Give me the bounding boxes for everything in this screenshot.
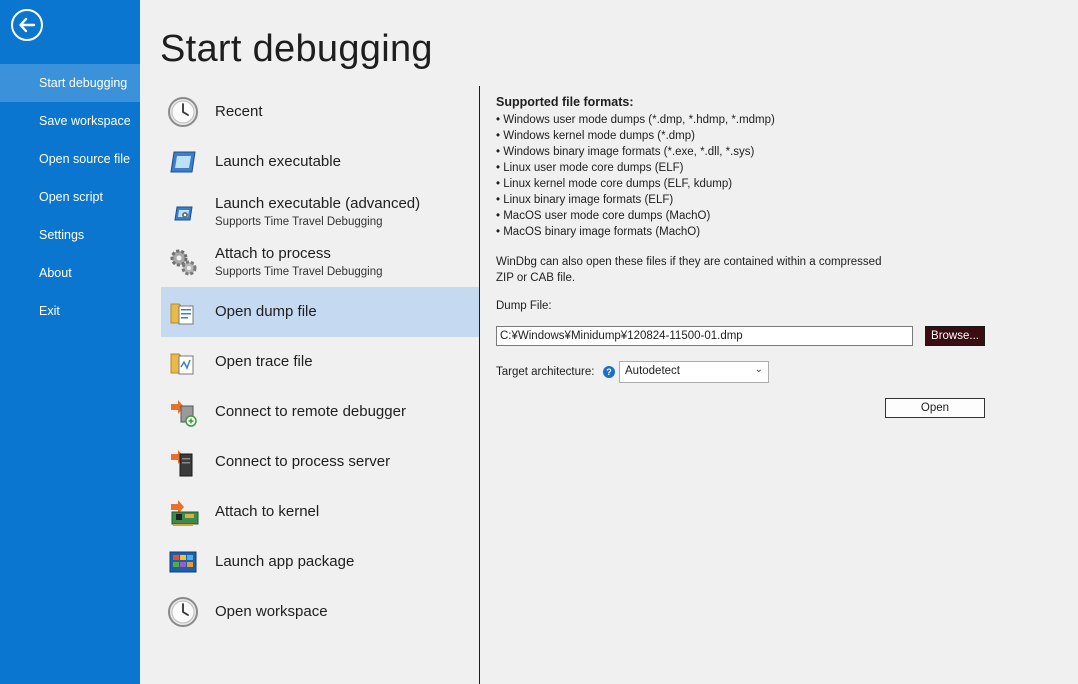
menu-item-attach-to-kernel[interactable]: Attach to kernel bbox=[161, 487, 479, 537]
menu-item-launch-executable-advanced[interactable]: Launch executable (advanced) Supports Ti… bbox=[161, 187, 479, 237]
sidebar-item-start-debugging[interactable]: Start debugging bbox=[0, 64, 140, 102]
compressed-note-line1: WinDbg can also open these files if they… bbox=[496, 256, 882, 268]
menu-item-connect-remote-debugger[interactable]: Connect to remote debugger bbox=[161, 387, 479, 437]
menu-item-connect-process-server[interactable]: Connect to process server bbox=[161, 437, 479, 487]
clock-icon bbox=[168, 597, 198, 627]
sidebar: Start debugging Save workspace Open sour… bbox=[0, 0, 140, 684]
menu-item-label: Open dump file bbox=[215, 303, 317, 320]
clock-icon bbox=[168, 97, 198, 127]
list-item: • Windows user mode dumps (*.dmp, *.hdmp… bbox=[496, 114, 775, 126]
menu-item-label: Launch app package bbox=[215, 553, 355, 570]
trace-file-icon bbox=[170, 353, 194, 375]
process-server-icon bbox=[171, 450, 193, 477]
sidebar-item-open-source-file[interactable]: Open source file bbox=[0, 140, 140, 178]
executable-gear-icon bbox=[174, 206, 193, 221]
menu-item-label: Recent bbox=[215, 103, 263, 120]
menu-item-subtitle: Supports Time Travel Debugging bbox=[215, 266, 383, 278]
target-architecture-label: Target architecture: bbox=[496, 366, 595, 378]
menu-item-label: Open workspace bbox=[215, 603, 328, 620]
target-architecture-select[interactable]: Autodetect ⌄ bbox=[619, 361, 769, 383]
menu-item-label: Attach to kernel bbox=[215, 503, 320, 520]
menu-item-label: Launch executable (advanced) bbox=[215, 195, 421, 212]
page-title: Start debugging bbox=[160, 28, 433, 70]
formats-list: • Windows user mode dumps (*.dmp, *.hdmp… bbox=[496, 112, 775, 240]
menu-item-launch-app-package[interactable]: Launch app package bbox=[161, 537, 479, 587]
sidebar-item-settings[interactable]: Settings bbox=[0, 216, 140, 254]
menu-item-open-dump-file[interactable]: Open dump file bbox=[161, 287, 479, 337]
dump-file-label: Dump File: bbox=[496, 300, 552, 312]
list-item: • Linux binary image formats (ELF) bbox=[496, 194, 674, 206]
menu-item-subtitle: Supports Time Travel Debugging bbox=[215, 216, 383, 228]
kernel-board-icon bbox=[171, 500, 199, 526]
executable-window-icon bbox=[170, 151, 196, 173]
menu-item-label: Connect to process server bbox=[215, 453, 391, 470]
menu-item-label: Launch executable bbox=[215, 153, 341, 170]
sidebar-item-open-script[interactable]: Open script bbox=[0, 178, 140, 216]
sidebar-item-about[interactable]: About bbox=[0, 254, 140, 292]
menu-item-open-trace-file[interactable]: Open trace file bbox=[161, 337, 479, 387]
back-button[interactable] bbox=[11, 9, 43, 41]
menu-item-recent[interactable]: Recent bbox=[161, 87, 479, 137]
menu-item-label: Connect to remote debugger bbox=[215, 403, 406, 420]
list-item: • Linux user mode core dumps (ELF) bbox=[496, 162, 684, 174]
dump-file-input[interactable] bbox=[496, 326, 913, 346]
gears-icon bbox=[170, 249, 197, 276]
back-arrow-icon bbox=[19, 17, 36, 33]
chevron-down-icon: ⌄ bbox=[754, 364, 763, 375]
sidebar-item-exit[interactable]: Exit bbox=[0, 292, 140, 330]
open-button[interactable]: Open bbox=[885, 398, 985, 418]
sidebar-item-save-workspace[interactable]: Save workspace bbox=[0, 102, 140, 140]
list-item: • MacOS user mode core dumps (MachO) bbox=[496, 210, 711, 222]
list-item: • Windows kernel mode dumps (*.dmp) bbox=[496, 130, 695, 142]
menu-item-launch-executable[interactable]: Launch executable bbox=[161, 137, 479, 187]
menu-item-attach-to-process[interactable]: Attach to process Supports Time Travel D… bbox=[161, 237, 479, 287]
menu-item-open-workspace[interactable]: Open workspace bbox=[161, 587, 479, 637]
list-item: • MacOS binary image formats (MachO) bbox=[496, 226, 701, 238]
supported-formats-heading: Supported file formats: bbox=[496, 95, 634, 109]
browse-button[interactable]: Browse... bbox=[925, 326, 985, 346]
vertical-divider bbox=[479, 86, 480, 684]
compressed-note-line2: ZIP or CAB file. bbox=[496, 272, 576, 284]
target-architecture-value: Autodetect bbox=[625, 365, 680, 377]
help-icon[interactable]: ? bbox=[603, 366, 615, 378]
dump-file-icon bbox=[170, 303, 194, 325]
app-package-icon bbox=[169, 551, 197, 573]
menu-item-label: Attach to process bbox=[215, 245, 331, 262]
list-item: • Windows binary image formats (*.exe, *… bbox=[496, 146, 755, 158]
menu-item-label: Open trace file bbox=[215, 353, 313, 370]
list-item: • Linux kernel mode core dumps (ELF, kdu… bbox=[496, 178, 733, 190]
remote-debugger-icon bbox=[171, 400, 197, 427]
